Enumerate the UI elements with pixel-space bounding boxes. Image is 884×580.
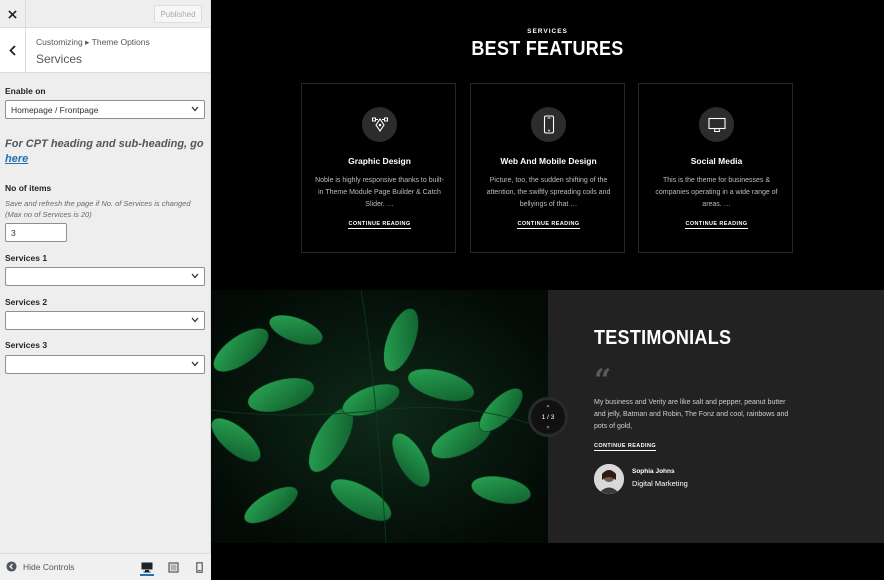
chevron-down-icon [191, 361, 199, 367]
service-card-title: Social Media [690, 156, 743, 166]
services-3-select[interactable] [5, 355, 205, 374]
service-card-title: Web And Mobile Design [500, 156, 597, 166]
desktop-icon [141, 562, 153, 572]
slider-next-icon[interactable]: ▼ [531, 425, 565, 431]
service-icon-circle [699, 107, 734, 142]
customizer-footer: Hide Controls [0, 553, 211, 580]
service-icon-circle [531, 107, 566, 142]
no-of-items-label: No of items [5, 183, 52, 193]
chevron-left-icon [9, 44, 16, 56]
no-of-items-input[interactable]: 3 [5, 223, 67, 242]
close-icon [8, 9, 17, 19]
hide-controls-label: Hide Controls [23, 561, 75, 572]
testimonial-continue-reading-link[interactable]: CONTINUE READING [594, 443, 657, 451]
services-3-label: Services 3 [5, 340, 48, 350]
services-kicker: SERVICES [527, 28, 568, 35]
testimonial-text: My business and Verity are like salt and… [594, 399, 789, 430]
chevron-down-icon [191, 106, 199, 112]
chevron-down-icon [191, 273, 199, 279]
continue-reading-link[interactable]: CONTINUE READING [471, 221, 626, 229]
service-card-text: Noble is highly responsive thanks to bui… [315, 177, 444, 208]
testimonials-title: TESTIMONIALS [594, 327, 732, 349]
services-2-select[interactable] [5, 311, 205, 330]
no-of-items-description: Save and refresh the page if No. of Serv… [5, 199, 191, 219]
services-1-label: Services 1 [5, 253, 48, 263]
section-header: Customizing ▸ Theme Options Services [0, 28, 210, 73]
services-1-select[interactable] [5, 267, 205, 286]
cpt-note-text: For CPT heading and sub-heading, go [5, 138, 204, 150]
customizer-topbar: Published [0, 0, 210, 28]
continue-reading-link[interactable]: CONTINUE READING [639, 221, 794, 229]
quote-icon: “ [594, 363, 612, 398]
enable-on-value: Homepage / Frontpage [11, 104, 99, 115]
monitor-icon [707, 117, 726, 132]
leaves-image [211, 290, 548, 543]
slider-counter: 1 / 3 [541, 413, 555, 421]
device-tablet-button[interactable] [166, 560, 180, 574]
testimonial-slider-nav[interactable]: ▲ 1 / 3 ▼ [528, 397, 568, 437]
breadcrumb-child: Theme Options [91, 37, 150, 47]
published-button[interactable]: Published [154, 5, 202, 23]
site-preview: SERVICES BEST FEATURES Graphic Design No… [211, 0, 884, 580]
customizer-sidebar: Published Customizing ▸ Theme Options Se… [0, 0, 211, 580]
enable-on-select[interactable]: Homepage / Frontpage [5, 100, 205, 119]
mobile-phone-icon [543, 115, 554, 134]
service-card-text: Picture, too, the sudden shifting of the… [486, 177, 611, 208]
author-role: Digital Marketing [632, 479, 688, 488]
service-card-title: Graphic Design [348, 156, 411, 166]
testimonial-background-image [211, 290, 548, 543]
breadcrumb: Customizing ▸ Theme Options [36, 37, 150, 48]
continue-reading-link[interactable]: CONTINUE READING [302, 221, 457, 229]
cpt-here-link[interactable]: here [5, 153, 28, 165]
device-mobile-button[interactable] [192, 560, 206, 574]
slider-prev-icon[interactable]: ▲ [531, 403, 565, 409]
avatar [594, 464, 624, 494]
continue-reading-label: CONTINUE READING [685, 221, 748, 229]
services-2-label: Services 2 [5, 297, 48, 307]
service-card-text: This is the theme for businesses & compa… [655, 177, 778, 208]
service-card: Social Media This is the theme for busin… [638, 83, 793, 253]
device-desktop-button[interactable] [140, 560, 154, 576]
back-button[interactable] [0, 28, 26, 72]
cpt-note: For CPT heading and sub-heading, go here [5, 137, 205, 167]
tablet-icon [167, 561, 179, 573]
continue-reading-label: CONTINUE READING [348, 221, 411, 229]
testimonials-panel: TESTIMONIALS “ My business and Verity ar… [548, 290, 884, 543]
section-title: Services [36, 52, 83, 66]
enable-on-label: Enable on [5, 86, 46, 96]
chevron-down-icon [191, 317, 199, 323]
pen-tool-icon [371, 117, 388, 132]
breadcrumb-separator: ▸ [85, 37, 90, 47]
continue-reading-label: CONTINUE READING [517, 221, 580, 229]
avatar-image [594, 464, 624, 494]
mobile-icon [195, 561, 203, 573]
hide-controls-button[interactable]: Hide Controls [6, 561, 75, 572]
breadcrumb-parent: Customizing [36, 37, 83, 47]
author-name: Sophia Johns [632, 468, 675, 475]
services-title: BEST FEATURES [471, 38, 624, 60]
close-customizer-button[interactable] [0, 0, 26, 28]
service-card: Graphic Design Noble is highly responsiv… [301, 83, 456, 253]
service-icon-circle [362, 107, 397, 142]
service-card: Web And Mobile Design Picture, too, the … [470, 83, 625, 253]
collapse-arrow-icon [6, 561, 17, 572]
